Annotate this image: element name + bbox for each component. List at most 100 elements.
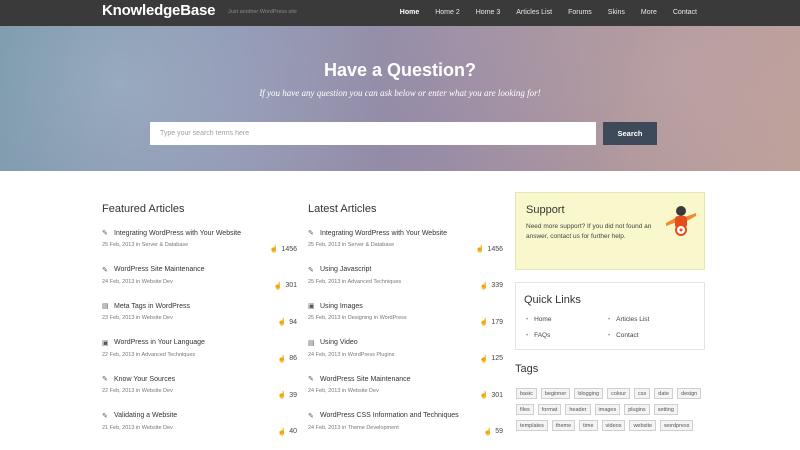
article-likes[interactable]: ☝ 39 xyxy=(277,391,297,400)
article-title[interactable]: ✎ Using Javascript xyxy=(308,265,503,275)
article-title-text[interactable]: Using Images xyxy=(320,303,363,310)
latest-article-list: ✎ Integrating WordPress with Your Website… xyxy=(308,228,503,448)
thumbs-up-icon: ☝ xyxy=(479,355,489,363)
article-category[interactable]: Website Dev xyxy=(142,315,173,321)
article-title-text[interactable]: Validating a Website xyxy=(114,412,177,419)
tag-link[interactable]: header xyxy=(565,404,591,415)
article-title[interactable]: ✎ WordPress CSS Information and Technique… xyxy=(308,411,503,421)
article-category[interactable]: Designing in WordPress xyxy=(348,315,407,321)
article-title[interactable]: ✎ Integrating WordPress with Your Website xyxy=(102,228,297,238)
tag-link[interactable]: wordpress xyxy=(660,420,694,431)
article-title[interactable]: ✎ Know Your Sources xyxy=(102,374,297,384)
article-likes[interactable]: ☝ 179 xyxy=(480,318,503,327)
article-title-text[interactable]: WordPress CSS Information and Techniques xyxy=(320,412,459,419)
article-category[interactable]: WordPress Plugins xyxy=(348,352,395,358)
nav-item-home[interactable]: Home xyxy=(392,0,427,26)
article-likes[interactable]: ☝ 301 xyxy=(479,391,503,400)
article-title[interactable]: ▤ Using Video xyxy=(308,338,503,348)
quick-link-articles-list[interactable]: Articles List xyxy=(608,316,649,323)
tag-link[interactable]: time xyxy=(579,420,598,431)
article-likes[interactable]: ☝ 86 xyxy=(277,355,297,363)
article-category[interactable]: Theme Development xyxy=(348,425,399,431)
article-likes[interactable]: ☝ 40 xyxy=(277,428,297,436)
tag-link[interactable]: css xyxy=(634,388,651,399)
article-title-text[interactable]: Integrating WordPress with Your Website xyxy=(114,230,241,237)
tag-link[interactable]: setting xyxy=(653,404,678,415)
support-box: Support Need more support? If you did no… xyxy=(515,192,705,270)
article-title[interactable]: ✎ WordPress Site Maintenance xyxy=(102,265,297,275)
article-likes[interactable]: ☝ 59 xyxy=(483,428,503,436)
thumbs-up-icon: ☝ xyxy=(475,246,485,253)
site-logo[interactable]: KnowledgeBase xyxy=(102,2,215,19)
like-count: 59 xyxy=(495,428,503,436)
article-category[interactable]: Website Dev xyxy=(142,425,173,431)
tag-link[interactable]: blogging xyxy=(574,388,604,399)
article-title-text[interactable]: WordPress Site Maintenance xyxy=(320,376,411,383)
tag-link[interactable]: images xyxy=(594,404,621,415)
search-button[interactable]: Search xyxy=(603,122,657,145)
nav-item-forums[interactable]: Forums xyxy=(560,0,600,26)
nav-item-home-2[interactable]: Home 2 xyxy=(427,0,468,26)
tag-link[interactable]: basic xyxy=(516,388,537,399)
quick-link-faqs[interactable]: FAQs xyxy=(526,332,550,339)
article-category[interactable]: Website Dev xyxy=(142,279,173,285)
support-agent-icon xyxy=(666,206,696,236)
hero-title: Have a Question? xyxy=(323,60,477,80)
thumbs-up-icon: ☝ xyxy=(277,355,287,363)
article-likes[interactable]: ☝ 1456 xyxy=(270,245,297,254)
article-title[interactable]: ▤ Meta Tags in WordPress xyxy=(102,301,297,311)
article-title-text[interactable]: Using Video xyxy=(320,339,358,346)
nav-item-articles-list[interactable]: Articles List xyxy=(508,0,560,26)
quick-link-contact[interactable]: Contact xyxy=(608,332,638,339)
article-category[interactable]: Website Dev xyxy=(142,388,173,394)
article-likes[interactable]: ☝ 301 xyxy=(274,282,297,290)
article-title[interactable]: ▣ WordPress in Your Language xyxy=(102,338,297,348)
nav-item-skins[interactable]: Skins xyxy=(600,0,633,26)
tag-link[interactable]: templates xyxy=(516,420,548,431)
article-title-text[interactable]: WordPress in Your Language xyxy=(114,339,205,346)
tag-link[interactable]: theme xyxy=(551,420,576,431)
article-title[interactable]: ✎ Integrating WordPress with Your Website xyxy=(308,228,503,238)
like-count: 301 xyxy=(491,391,503,399)
tag-link[interactable]: format xyxy=(537,404,562,415)
quick-link-home[interactable]: Home xyxy=(526,316,551,323)
tag-link[interactable]: beginner xyxy=(540,388,571,399)
article-category[interactable]: Advanced Techniques xyxy=(141,352,195,358)
article-title[interactable]: ✎ Validating a Website xyxy=(102,411,297,421)
article-likes[interactable]: ☝ 125 xyxy=(480,355,503,363)
tag-link[interactable]: plugins xyxy=(624,404,650,415)
like-count: 86 xyxy=(289,355,297,363)
article-date: 24 Feb, 2013 xyxy=(308,351,341,358)
article-category[interactable]: Website Dev xyxy=(348,388,379,394)
article-likes[interactable]: ☝ 1456 xyxy=(475,245,503,254)
search-input[interactable] xyxy=(150,122,596,145)
nav-item-home-3[interactable]: Home 3 xyxy=(468,0,509,26)
tag-link[interactable]: design xyxy=(677,388,702,399)
support-title: Support xyxy=(526,204,565,216)
thumbs-up-icon: ☝ xyxy=(479,392,489,400)
article-item: ✎ Integrating WordPress with Your Website… xyxy=(308,228,503,265)
article-title[interactable]: ▣ Using Images xyxy=(308,301,503,311)
article-likes[interactable]: ☝ 94 xyxy=(277,318,297,327)
tag-link[interactable]: files xyxy=(516,404,534,415)
article-title-text[interactable]: Meta Tags in WordPress xyxy=(114,303,190,310)
article-category[interactable]: Server & Database xyxy=(142,242,188,248)
article-date: 25 Feb, 2013 xyxy=(308,315,341,322)
article-title-text[interactable]: Know Your Sources xyxy=(114,376,175,383)
tag-link[interactable]: videos xyxy=(601,420,626,431)
article-title-text[interactable]: Integrating WordPress with Your Website xyxy=(320,230,447,237)
article-category[interactable]: Server & Database xyxy=(348,242,394,248)
article-meta: 21 Feb, 2013 in Website Dev xyxy=(102,424,173,431)
edit-icon: ✎ xyxy=(308,412,314,420)
article-likes[interactable]: ☝ 339 xyxy=(480,282,503,290)
nav-item-contact[interactable]: Contact xyxy=(665,0,705,26)
article-title[interactable]: ✎ WordPress Site Maintenance xyxy=(308,374,503,384)
like-count: 40 xyxy=(289,428,297,436)
article-title-text[interactable]: Using Javascript xyxy=(320,266,371,273)
tag-link[interactable]: date xyxy=(654,388,674,399)
nav-item-more[interactable]: More xyxy=(633,0,665,26)
article-title-text[interactable]: WordPress Site Maintenance xyxy=(114,266,205,273)
tag-link[interactable]: colour xyxy=(607,388,631,399)
article-category[interactable]: Advanced Techniques xyxy=(347,279,401,285)
tag-link[interactable]: website xyxy=(629,420,657,431)
